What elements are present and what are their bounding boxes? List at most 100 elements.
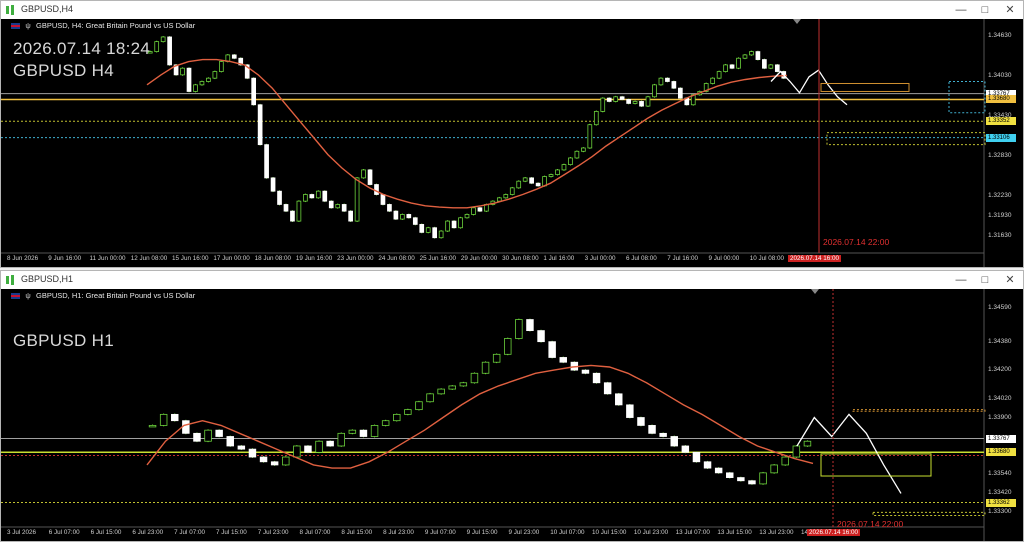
x-axis-tick: 13 Jul 23:00 bbox=[759, 529, 794, 536]
candlestick bbox=[167, 36, 172, 66]
candlestick bbox=[492, 353, 501, 364]
candlestick bbox=[415, 400, 423, 411]
minimize-icon[interactable]: — bbox=[949, 2, 973, 18]
y-axis-tick: 1.33300 bbox=[988, 508, 1012, 516]
x-axis-tick: 18 Jun 08:00 bbox=[254, 255, 291, 262]
candlestick bbox=[548, 173, 554, 178]
y-axis-tick: 1.33900 bbox=[988, 413, 1012, 421]
candlestick bbox=[180, 67, 185, 76]
y-axis-tick: 1.34590 bbox=[988, 304, 1012, 312]
zone-box bbox=[872, 511, 986, 517]
y-axis-tick: 1.31930 bbox=[988, 211, 1012, 219]
candlestick bbox=[370, 424, 379, 438]
datetime-text: 2026.07.14 18:24 bbox=[13, 39, 151, 58]
x-axis-tick: 8 Jun 2026 bbox=[7, 255, 39, 262]
zone-box bbox=[948, 81, 986, 114]
candlestick bbox=[361, 169, 366, 179]
candlestick bbox=[237, 445, 246, 451]
candlestick bbox=[204, 429, 212, 443]
candlestick bbox=[714, 467, 723, 474]
chart-window-h1[interactable]: GBPUSD,H1 — □ ✕ ψ GBPUSD, H1: Great Brita… bbox=[0, 270, 1024, 542]
chart-header: ψ GBPUSD, H1: Great Britain Pound vs US D… bbox=[11, 291, 195, 300]
candlestick bbox=[193, 432, 201, 443]
candlestick bbox=[774, 63, 780, 73]
zone-box bbox=[820, 453, 932, 477]
candlestick bbox=[348, 210, 353, 222]
candlestick bbox=[451, 220, 457, 229]
candlestick bbox=[341, 203, 347, 213]
candlestick bbox=[670, 435, 678, 447]
candlestick bbox=[264, 143, 269, 179]
candlestick bbox=[171, 413, 179, 422]
zone-box bbox=[852, 409, 986, 412]
forecast-time-label: 2026.07.14 22:00 bbox=[823, 237, 890, 247]
x-axis-tick: 10 Jul 08:00 bbox=[749, 255, 785, 262]
candlestick bbox=[404, 408, 412, 416]
x-axis-tick: 30 Jun 08:00 bbox=[502, 255, 539, 262]
candlestick bbox=[548, 340, 556, 359]
h1-chart-svg bbox=[1, 289, 986, 541]
y-axis-tick: 1.32830 bbox=[988, 151, 1012, 159]
y-axis-tick: 1.34380 bbox=[988, 337, 1012, 345]
x-axis-tick: 9 Jun 16:00 bbox=[48, 255, 82, 262]
symbol-timeframe-text: GBPUSD H1 bbox=[13, 331, 114, 350]
close-icon[interactable]: ✕ bbox=[998, 2, 1022, 18]
symbol-timeframe-text: GBPUSD H4 bbox=[13, 61, 114, 80]
candlestick bbox=[282, 456, 290, 466]
candlestick bbox=[212, 70, 218, 80]
candlestick bbox=[736, 57, 741, 70]
candlestick bbox=[337, 432, 345, 447]
candlestick bbox=[574, 150, 580, 159]
candlestick bbox=[768, 63, 774, 70]
candlestick bbox=[226, 435, 234, 447]
x-axis-tick: 7 Jul 16:00 bbox=[667, 255, 699, 262]
chart-shift-marker[interactable] bbox=[793, 19, 801, 24]
candlestick bbox=[737, 476, 745, 482]
maximize-icon[interactable]: □ bbox=[973, 2, 997, 18]
candlestick bbox=[652, 83, 657, 98]
x-axis-tick: 15 Jun 16:00 bbox=[172, 255, 209, 262]
candlestick bbox=[762, 58, 767, 70]
x-axis-tick: 23 Jun 00:00 bbox=[337, 255, 374, 262]
chart-plot-area[interactable]: ψ GBPUSD, H1: Great Britain Pound vs US D… bbox=[1, 289, 1023, 541]
candlestick bbox=[257, 103, 263, 146]
candlestick bbox=[637, 416, 645, 427]
chart-shift-marker[interactable] bbox=[811, 289, 819, 294]
candlestick bbox=[393, 413, 401, 422]
minimize-icon[interactable]: — bbox=[949, 272, 973, 288]
chart-plot-area[interactable]: ψ GBPUSD, H4: Great Britain Pound vs US D… bbox=[1, 19, 1023, 267]
candlestick bbox=[509, 186, 515, 196]
window-titlebar[interactable]: GBPUSD,H4 — □ ✕ bbox=[1, 1, 1023, 20]
candlestick bbox=[437, 388, 445, 395]
x-axis-tick: 1 Jul 16:00 bbox=[543, 255, 575, 262]
candlestick bbox=[193, 83, 198, 93]
window-titlebar[interactable]: GBPUSD,H1 — □ ✕ bbox=[1, 271, 1023, 290]
candlestick bbox=[464, 213, 470, 219]
maximize-icon[interactable]: □ bbox=[973, 272, 997, 288]
candlestick bbox=[322, 190, 328, 203]
candlestick bbox=[522, 176, 528, 183]
candlestick bbox=[665, 77, 670, 83]
candlestick bbox=[581, 147, 586, 153]
candlestick bbox=[387, 203, 392, 213]
candlestick bbox=[481, 361, 490, 375]
candlestick bbox=[561, 163, 567, 171]
zone-box bbox=[820, 82, 910, 92]
x-axis-tick: 3 Jul 2026 bbox=[7, 529, 37, 536]
y-axis-tick: 1.33420 bbox=[988, 489, 1012, 497]
x-axis-tick: 13 Jul 07:00 bbox=[675, 529, 710, 536]
window-title: GBPUSD,H4 bbox=[21, 4, 74, 14]
indicator-icon: ψ bbox=[25, 21, 31, 30]
candlestick bbox=[154, 40, 160, 53]
candlestick bbox=[159, 413, 168, 427]
chart-header: ψ GBPUSD, H4: Great Britain Pound vs US D… bbox=[11, 21, 195, 30]
chart-window-h4[interactable]: GBPUSD,H4 — □ ✕ ψ GBPUSD, H4: Great Brita… bbox=[0, 0, 1024, 268]
x-axis-tick: 9 Jul 23:00 bbox=[508, 529, 540, 536]
y-axis-tick: 1.34630 bbox=[988, 32, 1012, 40]
candlestick bbox=[448, 385, 456, 390]
candlestick bbox=[755, 50, 761, 61]
candlestick bbox=[270, 460, 279, 466]
candlestick bbox=[671, 80, 677, 90]
close-icon[interactable]: ✕ bbox=[998, 272, 1022, 288]
x-axis-tick: 12 Jun 08:00 bbox=[130, 255, 168, 262]
